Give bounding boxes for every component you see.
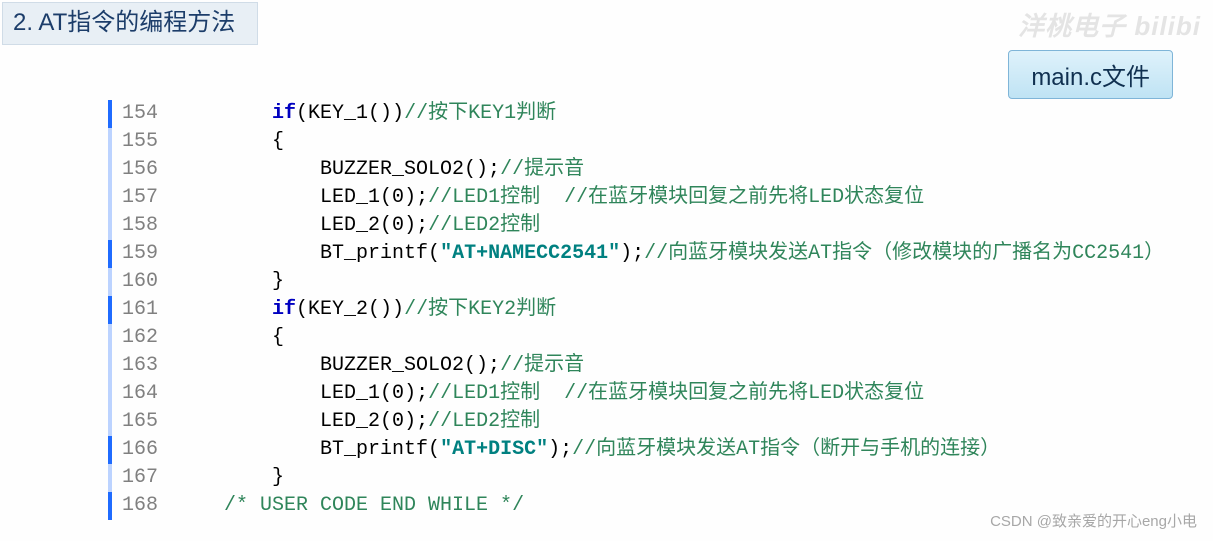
line-number: 161	[112, 296, 176, 324]
watermark-top: 洋桃电子 bilibi	[1018, 6, 1201, 43]
file-badge: main.c文件	[1008, 50, 1173, 99]
line-number: 160	[112, 268, 176, 296]
line-text: BUZZER_SOLO2();//提示音	[176, 156, 584, 184]
line-text: LED_2(0);//LED2控制	[176, 212, 540, 240]
line-number: 165	[112, 408, 176, 436]
code-block: 154 if(KEY_1())//按下KEY1判断155 {156 BUZZER…	[108, 100, 1193, 520]
line-number: 162	[112, 324, 176, 352]
code-line: 161 if(KEY_2())//按下KEY2判断	[108, 296, 1193, 324]
line-text: if(KEY_1())//按下KEY1判断	[176, 100, 556, 128]
line-text: LED_2(0);//LED2控制	[176, 408, 540, 436]
line-text: LED_1(0);//LED1控制 //在蓝牙模块回复之前先将LED状态复位	[176, 380, 924, 408]
line-text: BT_printf("AT+NAMECC2541");//向蓝牙模块发送AT指令…	[176, 240, 1164, 268]
line-number: 159	[112, 240, 176, 268]
line-number: 164	[112, 380, 176, 408]
line-text: {	[176, 324, 284, 352]
line-number: 156	[112, 156, 176, 184]
code-line: 157 LED_1(0);//LED1控制 //在蓝牙模块回复之前先将LED状态…	[108, 184, 1193, 212]
line-number: 155	[112, 128, 176, 156]
code-line: 156 BUZZER_SOLO2();//提示音	[108, 156, 1193, 184]
line-number: 154	[112, 100, 176, 128]
line-number: 163	[112, 352, 176, 380]
line-text: BT_printf("AT+DISC");//向蓝牙模块发送AT指令（断开与手机…	[176, 436, 1000, 464]
code-line: 160 }	[108, 268, 1193, 296]
code-line: 166 BT_printf("AT+DISC");//向蓝牙模块发送AT指令（断…	[108, 436, 1193, 464]
code-line: 155 {	[108, 128, 1193, 156]
code-line: 159 BT_printf("AT+NAMECC2541");//向蓝牙模块发送…	[108, 240, 1193, 268]
code-line: 163 BUZZER_SOLO2();//提示音	[108, 352, 1193, 380]
line-text: }	[176, 464, 284, 492]
code-line: 167 }	[108, 464, 1193, 492]
line-text: BUZZER_SOLO2();//提示音	[176, 352, 584, 380]
code-line: 154 if(KEY_1())//按下KEY1判断	[108, 100, 1193, 128]
code-line: 168 /* USER CODE END WHILE */	[108, 492, 1193, 520]
line-text: /* USER CODE END WHILE */	[176, 492, 524, 520]
code-line: 158 LED_2(0);//LED2控制	[108, 212, 1193, 240]
line-text: }	[176, 268, 284, 296]
line-text: if(KEY_2())//按下KEY2判断	[176, 296, 556, 324]
line-text: {	[176, 128, 284, 156]
line-text: LED_1(0);//LED1控制 //在蓝牙模块回复之前先将LED状态复位	[176, 184, 924, 212]
code-line: 165 LED_2(0);//LED2控制	[108, 408, 1193, 436]
line-number: 168	[112, 492, 176, 520]
line-number: 167	[112, 464, 176, 492]
line-number: 158	[112, 212, 176, 240]
line-number: 166	[112, 436, 176, 464]
code-line: 164 LED_1(0);//LED1控制 //在蓝牙模块回复之前先将LED状态…	[108, 380, 1193, 408]
section-heading: 2. AT指令的编程方法	[2, 2, 258, 45]
line-number: 157	[112, 184, 176, 212]
code-line: 162 {	[108, 324, 1193, 352]
